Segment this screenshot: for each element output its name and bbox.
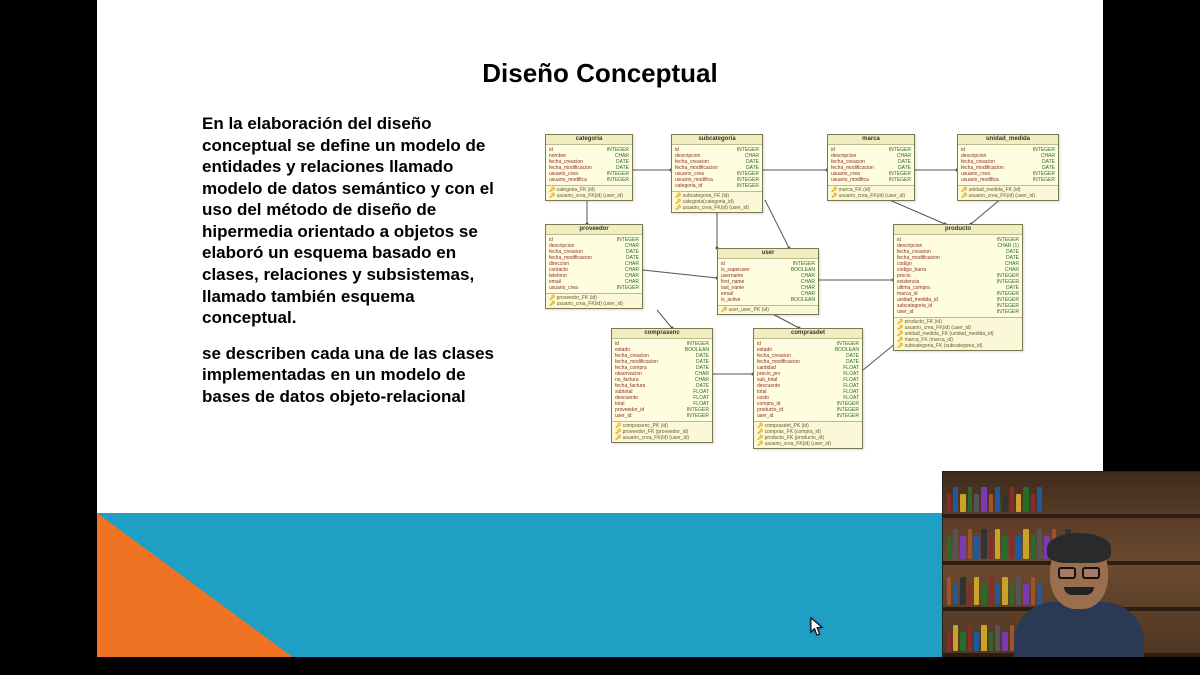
entity-marca: marcaidINTEGERdescripcionCHARfecha_creac…	[827, 134, 915, 201]
entity-categoria: categoriaidINTEGERnombreCHARfecha_creaci…	[545, 134, 633, 201]
entity-user: useridINTEGERis_superuserBOOLEANusername…	[717, 248, 819, 315]
entity-unidad_medida: unidad_medidaidINTEGERdescripcionCHARfec…	[957, 134, 1059, 201]
presenter-webcam[interactable]	[942, 471, 1200, 657]
black-bar-bottom	[97, 657, 1103, 675]
slide-title: Diseño Conceptual	[97, 58, 1103, 89]
presenter-figure	[1009, 527, 1149, 657]
entity-comprasenc: comprasencidINTEGERestadoBOOLEANfecha_cr…	[611, 328, 713, 443]
slide-paragraph-1: En la elaboración del diseño conceptual …	[202, 113, 512, 329]
entity-subcategoria: subcategoriaidINTEGERdescripcionCHARfech…	[671, 134, 763, 213]
slide-body-text: En la elaboración del diseño conceptual …	[202, 113, 512, 422]
entity-producto: productoidINTEGERdescripcionCHAR (1)fech…	[893, 224, 1023, 351]
slide: Diseño Conceptual En la elaboración del …	[97, 0, 1103, 513]
slide-paragraph-2: se describen cada una de las clases impl…	[202, 343, 512, 408]
er-diagram: categoriaidINTEGERnombreCHARfecha_creaci…	[537, 130, 1092, 430]
entity-comprasdet: comprasdetidINTEGERestadoBOOLEANfecha_cr…	[753, 328, 863, 449]
entity-proveedor: proveedoridINTEGERdescripcionCHARfecha_c…	[545, 224, 643, 309]
